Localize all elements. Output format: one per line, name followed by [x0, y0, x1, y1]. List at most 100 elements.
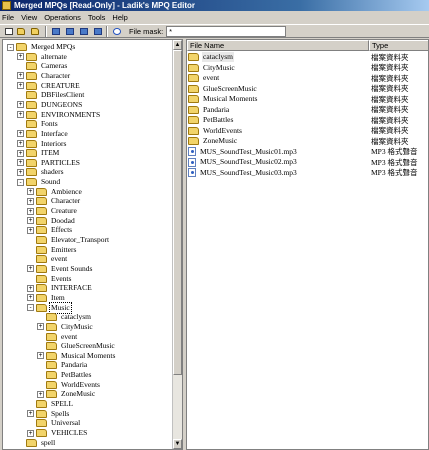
tree-item[interactable]: Emitters: [27, 245, 77, 255]
expand-icon[interactable]: +: [37, 390, 44, 398]
tree-item[interactable]: + Musical Moments: [37, 351, 116, 361]
list-item[interactable]: WorldEvents 檔案資料夾: [187, 126, 428, 136]
expand-icon[interactable]: +: [27, 188, 34, 196]
list-item[interactable]: event 檔案資料夾: [187, 73, 428, 83]
view-icons-button[interactable]: [92, 26, 103, 37]
tree-item[interactable]: Fonts: [17, 119, 59, 129]
expand-icon[interactable]: +: [27, 284, 34, 292]
tree-item[interactable]: PetBattles: [37, 370, 92, 380]
tree-item[interactable]: + Event Sounds: [27, 264, 93, 274]
tree-item[interactable]: + INTERFACE: [27, 283, 93, 293]
save-button[interactable]: [31, 26, 42, 37]
tree-item[interactable]: Events: [27, 274, 72, 284]
menu-view[interactable]: View: [21, 13, 37, 22]
tree-item[interactable]: + ITEM: [17, 148, 60, 158]
tree-item[interactable]: + Creature: [27, 206, 78, 216]
view-tree-button[interactable]: [50, 26, 61, 37]
expand-icon[interactable]: +: [17, 82, 24, 90]
tree-item[interactable]: + CityMusic: [37, 322, 94, 332]
expand-icon[interactable]: +: [17, 149, 24, 157]
expand-icon[interactable]: +: [27, 429, 34, 437]
expand-icon[interactable]: +: [17, 53, 24, 61]
column-header-file-name[interactable]: File Name: [187, 40, 369, 51]
menu-tools[interactable]: Tools: [88, 13, 106, 22]
list-item[interactable]: MUS_SoundTest_Music03.mp3 MP3 格式聲音: [187, 168, 428, 178]
tree-item[interactable]: Cameras: [17, 61, 68, 71]
tree-item[interactable]: Pandaria: [37, 360, 88, 370]
tree-item[interactable]: + alternate: [17, 52, 68, 62]
tree-item[interactable]: + Interface: [17, 129, 69, 139]
expand-icon[interactable]: +: [17, 101, 24, 109]
file-list[interactable]: File Name Type cataclysm 檔案資料夾 CityMusic 檔案…: [186, 39, 429, 450]
expand-icon[interactable]: +: [27, 410, 34, 418]
tree-item[interactable]: + Spells: [27, 409, 70, 419]
tree-item[interactable]: Universal: [27, 418, 81, 428]
tree-item[interactable]: - Sound: [17, 177, 61, 187]
expand-icon[interactable]: +: [27, 207, 34, 215]
tree-item[interactable]: GlueScreenMusic: [37, 341, 116, 351]
expand-icon[interactable]: +: [17, 140, 24, 147]
view-list-button[interactable]: [64, 26, 75, 37]
menu-operations[interactable]: Operations: [44, 13, 81, 22]
tree-item[interactable]: - Music: [27, 301, 72, 314]
tree-item[interactable]: + Item: [27, 293, 66, 303]
expand-icon[interactable]: +: [37, 323, 44, 331]
expand-icon[interactable]: +: [17, 130, 24, 138]
expand-icon[interactable]: +: [27, 226, 34, 234]
expand-icon[interactable]: +: [27, 265, 34, 273]
expand-icon[interactable]: +: [17, 159, 24, 167]
list-item[interactable]: PetBattles 檔案資料夾: [187, 115, 428, 125]
scroll-thumb[interactable]: [173, 50, 182, 375]
tree-item[interactable]: + Character: [17, 71, 71, 81]
list-item[interactable]: GlueScreenMusic 檔案資料夾: [187, 84, 428, 94]
tree-scrollbar[interactable]: ▲ ▼: [172, 40, 182, 449]
expand-icon[interactable]: +: [37, 352, 44, 360]
list-item[interactable]: ZoneMusic 檔案資料夾: [187, 136, 428, 146]
collapse-icon[interactable]: -: [7, 43, 14, 51]
collapse-icon[interactable]: -: [17, 178, 24, 186]
tree-item[interactable]: + VEHICLES: [27, 428, 88, 438]
list-item[interactable]: Pandaria 檔案資料夾: [187, 105, 428, 115]
tree-item[interactable]: event: [27, 254, 68, 264]
file-mask-input[interactable]: *: [166, 25, 287, 37]
expand-icon[interactable]: +: [27, 197, 34, 205]
tree-item[interactable]: + Effects: [27, 225, 73, 235]
tree-item[interactable]: event: [37, 332, 78, 342]
tree-item[interactable]: + Ambience: [27, 187, 83, 197]
tree-item[interactable]: - Merged MPQs: [7, 42, 76, 52]
list-item[interactable]: Musical Moments 檔案資料夾: [187, 94, 428, 104]
tree-item[interactable]: + CREATURE: [17, 81, 81, 91]
tree-item[interactable]: spell: [17, 438, 56, 448]
folder-tree[interactable]: - Merged MPQs + alternate Cameras + Character +…: [2, 39, 183, 450]
tree-item[interactable]: DBFilesClient: [17, 90, 85, 100]
tree-item[interactable]: + Doodad: [27, 216, 76, 226]
tree-item[interactable]: + ZoneMusic: [37, 389, 96, 399]
tree-item[interactable]: + DUNGEONS: [17, 100, 83, 110]
collapse-icon[interactable]: -: [27, 304, 34, 312]
new-file-button[interactable]: [3, 26, 14, 37]
expand-icon[interactable]: +: [27, 217, 34, 225]
list-item[interactable]: MUS_SoundTest_Music02.mp3 MP3 格式聲音: [187, 157, 428, 167]
tree-item[interactable]: + ENVIRONMENTS: [17, 110, 101, 120]
expand-icon[interactable]: +: [17, 72, 24, 80]
tree-item[interactable]: cataclysm: [37, 312, 92, 322]
list-item[interactable]: cataclysm 檔案資料夾: [187, 52, 428, 62]
tree-item[interactable]: SPELL: [27, 399, 74, 409]
list-item[interactable]: MUS_SoundTest_Music01.mp3 MP3 格式聲音: [187, 147, 428, 157]
tree-item[interactable]: WorldEvents: [37, 380, 101, 390]
scroll-up-icon[interactable]: ▲: [173, 40, 182, 50]
tree-item[interactable]: + Character: [27, 196, 81, 206]
menu-help[interactable]: Help: [112, 13, 127, 22]
expand-icon[interactable]: +: [17, 168, 24, 176]
scroll-down-icon[interactable]: ▼: [173, 439, 182, 449]
menu-file[interactable]: File: [2, 13, 14, 22]
tree-item[interactable]: + PARTICLES: [17, 158, 81, 168]
column-header-type[interactable]: Type: [369, 40, 428, 51]
list-item[interactable]: CityMusic 檔案資料夾: [187, 63, 428, 73]
tree-item[interactable]: + Interiors: [17, 139, 67, 149]
view-details-button[interactable]: [78, 26, 89, 37]
tree-item[interactable]: + shaders: [17, 167, 65, 177]
tree-item[interactable]: Elevator_Transport: [27, 235, 110, 245]
expand-icon[interactable]: +: [17, 111, 24, 119]
open-folder-button[interactable]: [17, 26, 28, 37]
